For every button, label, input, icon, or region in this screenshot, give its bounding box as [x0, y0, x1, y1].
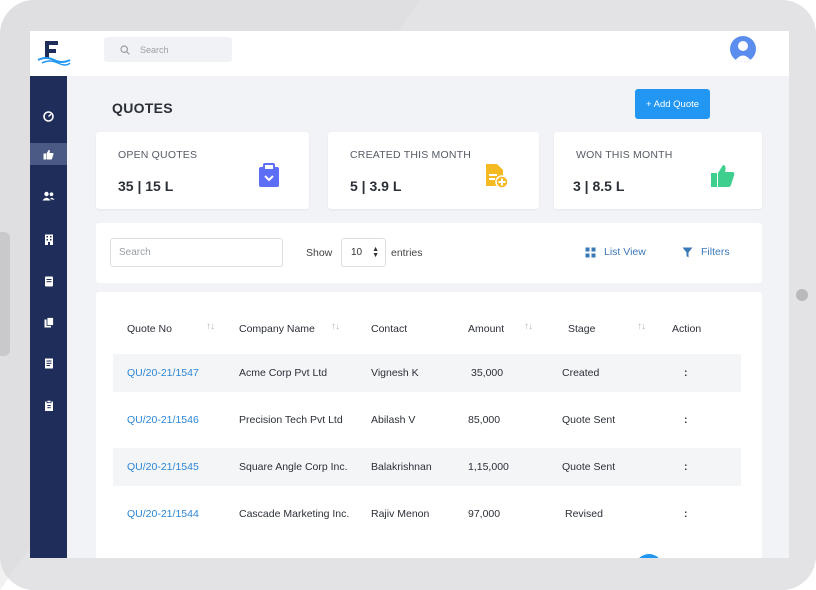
document-icon — [44, 358, 53, 368]
amount-cell: 85,000 — [468, 414, 501, 426]
table-search-input[interactable] — [110, 238, 283, 267]
app-logo[interactable] — [36, 37, 72, 67]
user-avatar[interactable] — [730, 36, 756, 62]
stat-card-won-this-month: WON THIS MONTH 3 | 8.5 L — [554, 132, 762, 209]
quote-number-link[interactable]: QU/20-21/1547 — [127, 367, 199, 379]
thumbs-up-icon — [711, 165, 735, 187]
top-bar: Search — [30, 31, 789, 76]
sidebar-item-tasks[interactable] — [30, 394, 67, 416]
column-header-amount[interactable]: Amount — [468, 323, 504, 335]
page-title: QUOTES — [112, 100, 173, 116]
contact-cell: Abilash V — [371, 414, 416, 426]
app-screen: Search QUOTES + Add Quote OPEN QUOTES 35… — [30, 31, 789, 558]
sort-icon[interactable]: ↑↓ — [637, 321, 646, 332]
sort-icon[interactable]: ↑↓ — [524, 321, 533, 332]
stat-card-created-this-month: CREATED THIS MONTH 5 | 3.9 L — [328, 132, 539, 209]
book-icon — [44, 276, 53, 286]
sort-caret-icon: ▲ ▼ — [372, 246, 379, 259]
company-cell: Cascade Marketing Inc. — [239, 508, 350, 520]
entries-label: entries — [391, 247, 423, 259]
grid-icon — [585, 247, 596, 257]
building-icon — [44, 234, 53, 245]
stat-label: CREATED THIS MONTH — [350, 149, 472, 161]
quote-number-link[interactable]: QU/20-21/1544 — [127, 508, 199, 520]
table-row: QU/20-21/1546 Precision Tech Pvt Ltd Abi… — [113, 401, 741, 439]
entries-select[interactable]: 10 ▲ ▼ — [341, 238, 386, 267]
quote-number-link[interactable]: QU/20-21/1545 — [127, 461, 199, 473]
table-row: QU/20-21/1547 Acme Corp Pvt Ltd Vignesh … — [113, 354, 741, 392]
company-cell: Acme Corp Pvt Ltd — [239, 367, 328, 379]
entries-value: 10 — [351, 247, 363, 258]
show-label: Show — [306, 247, 333, 259]
sort-icon[interactable]: ↑↓ — [331, 321, 340, 332]
quote-number-link[interactable]: QU/20-21/1546 — [127, 414, 199, 426]
stat-card-open-quotes: OPEN QUOTES 35 | 15 L — [96, 132, 309, 209]
sidebar-item-documents[interactable] — [30, 311, 67, 333]
stat-value: 35 | 15 L — [118, 178, 174, 194]
sidebar-item-invoices[interactable] — [30, 352, 67, 374]
sidebar-item-catalog[interactable] — [30, 270, 67, 292]
filters-button[interactable]: Filters — [682, 246, 730, 258]
list-view-button[interactable]: List View — [585, 246, 646, 258]
global-search[interactable]: Search — [104, 37, 232, 62]
main-content: QUOTES + Add Quote OPEN QUOTES 35 | 15 L… — [67, 76, 789, 558]
contact-cell: Vignesh K — [371, 367, 419, 379]
sort-icon[interactable]: ↑↓ — [206, 321, 215, 332]
quotes-table: Quote No ↑↓ Company Name ↑↓ Contact Amou… — [96, 292, 762, 558]
row-actions-button[interactable]: : — [684, 508, 688, 520]
stat-label: WON THIS MONTH — [576, 149, 673, 161]
stage-cell: Quote Sent — [562, 461, 616, 473]
tablet-camera — [796, 289, 808, 301]
column-header-contact: Contact — [371, 323, 408, 335]
stat-value: 5 | 3.9 L — [350, 178, 402, 194]
table-row: QU/20-21/1545 Square Angle Corp Inc. Bal… — [113, 448, 741, 486]
row-actions-button[interactable]: : — [684, 367, 688, 379]
stat-value: 3 | 8.5 L — [573, 178, 625, 194]
company-cell: Square Angle Corp Inc. — [239, 461, 348, 473]
amount-cell: 97,000 — [468, 508, 501, 520]
tablet-side-button — [0, 232, 10, 356]
list-view-label: List View — [604, 246, 646, 258]
file-add-icon — [486, 164, 509, 189]
stage-cell: Created — [562, 367, 600, 379]
sidebar-item-quotes[interactable] — [30, 143, 67, 165]
stat-label: OPEN QUOTES — [118, 149, 198, 161]
column-header-quote-no[interactable]: Quote No — [127, 323, 172, 335]
dashboard-icon — [43, 110, 54, 122]
search-icon — [120, 44, 130, 55]
sidebar — [30, 76, 67, 558]
amount-cell: 1,15,000 — [468, 461, 509, 473]
contact-cell: Rajiv Menon — [371, 508, 430, 520]
contact-cell: Balakrishnan — [371, 461, 432, 473]
global-search-placeholder: Search — [140, 44, 169, 55]
filters-label: Filters — [701, 246, 730, 258]
row-actions-button[interactable]: : — [684, 414, 688, 426]
thumbs-up-icon — [43, 149, 54, 159]
column-header-action: Action — [672, 323, 702, 335]
column-header-company-name[interactable]: Company Name — [239, 323, 315, 335]
sidebar-item-contacts[interactable] — [30, 185, 67, 207]
filter-bar: Show 10 ▲▼ entries List View Filters — [96, 223, 762, 283]
copy-icon — [44, 316, 54, 327]
stage-cell: Revised — [565, 508, 603, 520]
column-header-stage[interactable]: Stage — [568, 323, 595, 335]
amount-cell: 35,000 — [471, 367, 504, 379]
table-row: QU/20-21/1544 Cascade Marketing Inc. Raj… — [113, 495, 741, 533]
users-icon — [42, 191, 55, 201]
user-icon — [734, 41, 752, 62]
clipboard-icon — [44, 399, 53, 411]
stage-cell: Quote Sent — [562, 414, 616, 426]
funnel-icon — [682, 247, 693, 257]
sidebar-item-companies[interactable] — [30, 228, 67, 250]
row-actions-button[interactable]: : — [684, 461, 688, 473]
company-cell: Precision Tech Pvt Ltd — [239, 414, 343, 426]
add-quote-button[interactable]: + Add Quote — [635, 89, 710, 119]
sidebar-item-dashboard[interactable] — [30, 105, 67, 127]
clipboard-icon — [259, 163, 279, 187]
